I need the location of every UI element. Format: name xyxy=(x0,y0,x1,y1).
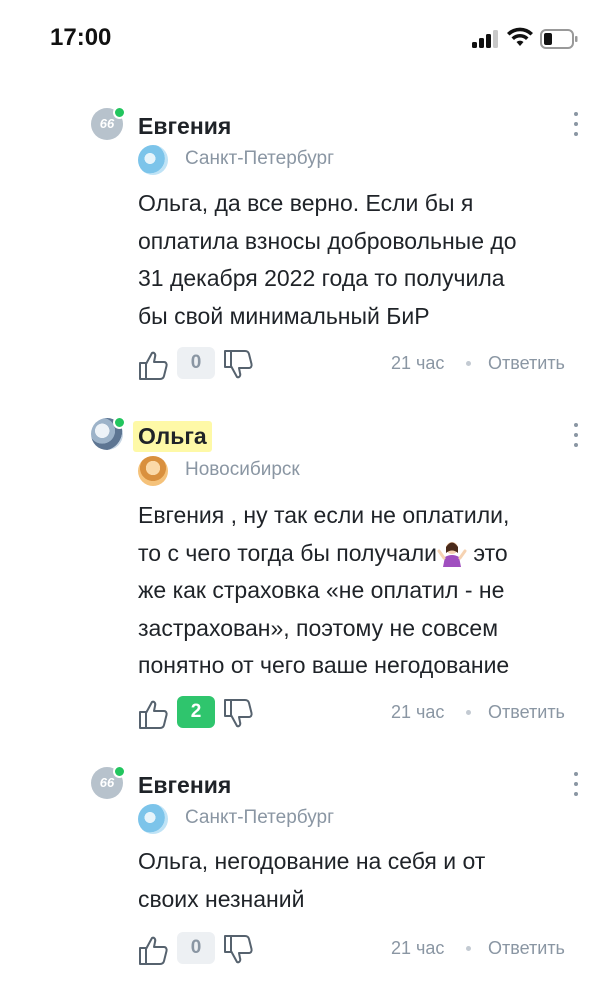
comment-line: бы свой минимальный БиР xyxy=(138,302,430,329)
comment-city: Новосибирск xyxy=(185,459,300,480)
comment-line: оплатила взносы добровольные до xyxy=(138,227,517,254)
wifi-icon xyxy=(507,27,533,46)
thumbs-down-icon[interactable] xyxy=(222,349,254,381)
comment-line: 31 декабря 2022 года то получила xyxy=(138,265,505,291)
more-options-icon[interactable] xyxy=(570,770,582,798)
comment-line: застрахован», поэтому не совсем xyxy=(138,614,499,641)
comment-line: то с чего тогда бы получали это xyxy=(138,535,578,573)
comment-line: Ольга, негодование на себя и от xyxy=(138,848,486,874)
comment-text: Ольга, негодование на себя и от своих не… xyxy=(138,843,578,918)
comment-city: Санкт-Петербург xyxy=(185,148,335,169)
thumbs-up-icon[interactable] xyxy=(137,698,169,730)
cellular-signal-icon xyxy=(472,30,500,48)
comment-actions: 2 21 час Ответить xyxy=(0,696,610,732)
comment-text: Ольга, да все верно. Если бы я оплатила … xyxy=(138,185,578,335)
separator-dot xyxy=(466,946,471,951)
spb-city-icon xyxy=(138,145,168,175)
thumbs-down-icon[interactable] xyxy=(222,934,254,966)
shrug-emoji xyxy=(437,542,467,568)
status-time: 17:00 xyxy=(50,24,112,51)
comment-time: 21 час xyxy=(391,938,445,958)
comment-time: 21 час xyxy=(391,702,445,722)
more-options-icon[interactable] xyxy=(570,421,582,449)
comment-time: 21 час xyxy=(391,353,445,373)
comment-line: Евгения , ну так если не оплатили, xyxy=(138,502,510,528)
separator-dot xyxy=(466,710,471,715)
comment-actions: 0 21 час Ответить xyxy=(0,347,610,383)
avatar[interactable]: 66 xyxy=(91,106,126,140)
online-indicator xyxy=(113,416,126,429)
comment-line: же как страховка «не оплатил - не xyxy=(138,577,505,603)
comment-city: Санкт-Петербург xyxy=(185,807,335,828)
comment-text: Евгения , ну так если не оплатили, то с … xyxy=(138,497,578,685)
status-bar: 17:00 xyxy=(0,0,610,80)
thumbs-down-icon[interactable] xyxy=(222,698,254,730)
comment-line: своих незнаний xyxy=(138,885,305,912)
thumbs-up-icon[interactable] xyxy=(137,349,169,381)
reply-button[interactable]: Ответить xyxy=(488,938,565,959)
reply-button[interactable]: Ответить xyxy=(488,702,565,723)
online-indicator xyxy=(113,765,126,778)
comment-line: Ольга, да все верно. Если бы я xyxy=(138,190,474,216)
battery-icon xyxy=(540,29,578,49)
comment-author[interactable]: Евгения xyxy=(138,772,231,799)
more-options-icon[interactable] xyxy=(570,110,582,138)
comment-score: 0 xyxy=(177,932,215,964)
avatar[interactable] xyxy=(91,416,126,450)
comment-line: понятно от чего ваше негодование xyxy=(138,652,510,678)
avatar[interactable]: 66 xyxy=(91,765,126,799)
online-indicator xyxy=(113,106,126,119)
spb-city-icon xyxy=(138,804,168,834)
comment-author[interactable]: Евгения xyxy=(138,113,231,140)
thumbs-up-icon[interactable] xyxy=(137,934,169,966)
comment-score: 0 xyxy=(177,347,215,379)
separator-dot xyxy=(466,361,471,366)
comment-author[interactable]: Ольга xyxy=(133,421,212,452)
comment-actions: 0 21 час Ответить xyxy=(0,932,610,968)
comment-score: 2 xyxy=(177,696,215,728)
nsk-city-icon xyxy=(138,456,168,486)
reply-button[interactable]: Ответить xyxy=(488,353,565,374)
